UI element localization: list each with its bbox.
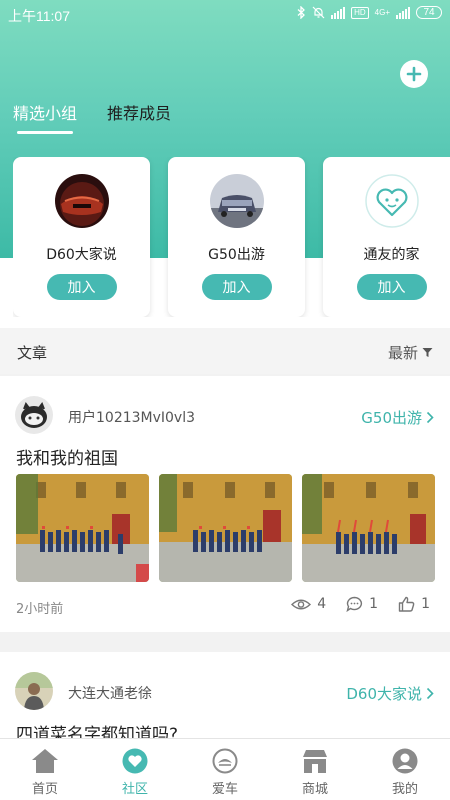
group-card[interactable]: D60大家说 加入: [13, 157, 150, 317]
tab-featured-groups[interactable]: 精选小组: [13, 100, 77, 136]
hd-badge: HD: [351, 6, 369, 19]
sort-dropdown[interactable]: 最新: [388, 342, 433, 363]
nav-home[interactable]: 首页: [0, 739, 90, 800]
post-photo[interactable]: [302, 474, 435, 582]
battery-icon: 74: [416, 6, 442, 19]
bottom-nav: 首页 社区 爱车 商城 我的: [0, 738, 450, 800]
profile-icon: [392, 748, 418, 774]
group-tabs: 精选小组 推荐成员: [13, 100, 171, 136]
add-button[interactable]: [400, 60, 428, 88]
views-stat: 4: [291, 596, 326, 612]
status-time: 上午11:07: [8, 8, 70, 24]
group-name: G50出游: [208, 247, 265, 263]
user-avatar[interactable]: [15, 672, 53, 710]
join-button[interactable]: 加入: [356, 274, 427, 300]
filter-icon: [422, 348, 433, 357]
comment-icon: [346, 596, 363, 612]
thumbs-up-icon: [398, 596, 415, 612]
nav-car[interactable]: 爱车: [180, 739, 270, 800]
join-button[interactable]: 加入: [46, 274, 117, 300]
post-time: 2小时前: [16, 602, 64, 617]
sort-label: 最新: [387, 344, 418, 362]
group-avatar-heart: [364, 174, 419, 228]
comments-stat[interactable]: 1: [346, 596, 378, 612]
views-count: 4: [317, 596, 327, 612]
group-name: D60大家说: [46, 247, 117, 263]
bluetooth-icon: [297, 6, 306, 19]
post-card[interactable]: 用户10213MvI0vl3 G50出游 我和我的祖国 2小时前 4 1 1: [0, 376, 450, 632]
home-icon: [32, 749, 58, 773]
eye-icon: [291, 599, 312, 609]
nav-label: 我的: [391, 782, 418, 797]
post-group-link[interactable]: G50出游: [361, 407, 434, 428]
post-stats: 4 1 1: [291, 596, 430, 612]
nav-label: 爱车: [211, 782, 238, 797]
group-avatar-d60: [54, 174, 109, 228]
status-bar: 上午11:07 HD 4G+ 74: [0, 0, 450, 30]
car-icon: [212, 748, 238, 774]
likes-stat[interactable]: 1: [398, 596, 430, 612]
signal-icon: [331, 6, 346, 19]
network-label: 4G+: [374, 8, 390, 17]
nav-label: 商城: [301, 782, 328, 797]
nav-store[interactable]: 商城: [270, 739, 360, 800]
post-group-name: G50出游: [361, 409, 422, 427]
status-icons: HD 4G+ 74: [297, 6, 442, 19]
join-button[interactable]: 加入: [201, 274, 272, 300]
post-photo[interactable]: [16, 474, 149, 582]
tab-recommended-members[interactable]: 推荐成员: [107, 100, 171, 136]
group-card[interactable]: G50出游 加入: [168, 157, 305, 317]
store-icon: [303, 750, 327, 773]
nav-label: 首页: [31, 782, 58, 797]
nav-profile[interactable]: 我的: [360, 739, 450, 800]
chevron-right-icon: [426, 411, 434, 424]
comments-count: 1: [369, 596, 379, 612]
post-group-name: D60大家说: [346, 685, 422, 703]
post-title[interactable]: 我和我的祖国: [16, 444, 118, 469]
post-photos: [16, 474, 435, 582]
user-avatar[interactable]: [15, 396, 53, 434]
section-title: 文章: [17, 344, 48, 362]
post-username[interactable]: 用户10213MvI0vl3: [68, 407, 195, 427]
likes-count: 1: [421, 596, 430, 612]
chevron-right-icon: [426, 687, 434, 700]
post-card[interactable]: 大连大通老徐 D60大家说 四道菜名字都知道吗?: [0, 652, 450, 752]
group-name: 通友的家: [363, 247, 420, 263]
post-group-link[interactable]: D60大家说: [346, 683, 434, 704]
post-username[interactable]: 大连大通老徐: [68, 683, 152, 703]
plus-icon: [406, 66, 422, 82]
group-carousel[interactable]: D60大家说 加入 G50出游 加入 通友的家 加入: [13, 157, 450, 317]
group-avatar-g50: [209, 174, 264, 228]
nav-label: 社区: [121, 782, 148, 797]
post-photo[interactable]: [159, 474, 292, 582]
nav-community[interactable]: 社区: [90, 739, 180, 800]
mute-icon: [312, 6, 325, 19]
group-card[interactable]: 通友的家 加入: [323, 157, 450, 317]
articles-header: 文章 最新: [0, 328, 450, 374]
community-icon: [122, 748, 148, 774]
signal-icon-2: [396, 6, 410, 19]
